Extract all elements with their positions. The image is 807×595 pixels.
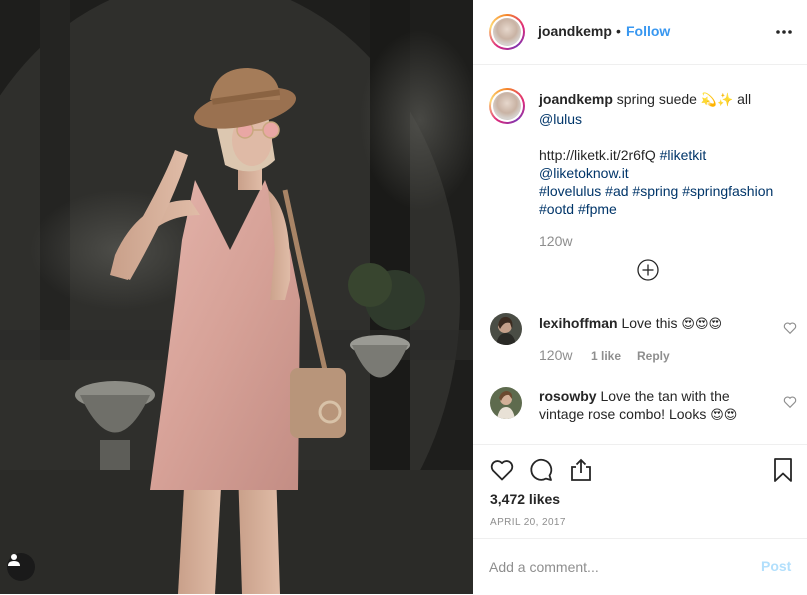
post-photo-illustration — [0, 0, 473, 594]
comments-list[interactable]: joandkemp spring suede 💫✨ all @lulus htt… — [473, 65, 807, 443]
load-more-comments-button[interactable] — [637, 259, 659, 281]
caption-text-2: all — [733, 91, 752, 107]
caption-author-avatar[interactable] — [489, 88, 525, 124]
hashtag-spring[interactable]: #spring — [632, 183, 678, 199]
comment-bubble-icon — [530, 458, 553, 481]
hashtag-liketkit[interactable]: #liketkit — [660, 147, 707, 163]
header-separator: • — [616, 23, 621, 39]
post-header: joandkemp • Follow — [473, 0, 807, 65]
share-upload-icon — [571, 458, 591, 481]
author-avatar[interactable] — [489, 14, 525, 50]
caption-url: http://liketk.it/2r6fQ — [539, 147, 656, 163]
save-button[interactable] — [770, 457, 796, 483]
share-button[interactable] — [568, 457, 594, 483]
follow-button[interactable]: Follow — [626, 23, 670, 39]
like-comment-button[interactable] — [783, 321, 797, 335]
comment-button[interactable] — [528, 457, 554, 483]
hashtag-ootd[interactable]: #ootd — [539, 201, 574, 217]
comment-username[interactable]: rosowby — [539, 388, 597, 404]
comment-text: Love this — [621, 315, 682, 331]
comment-likes-count[interactable]: 1 like — [591, 349, 621, 363]
comment-timestamp[interactable]: 120w — [539, 347, 572, 363]
heart-icon — [490, 460, 514, 481]
hashtag-ad[interactable]: #ad — [605, 183, 628, 199]
likes-count[interactable]: 3,472 likes — [490, 491, 560, 507]
comment-emoji: 😍😍 — [710, 408, 738, 423]
comment-input[interactable] — [489, 557, 749, 577]
caption-username[interactable]: joandkemp — [539, 91, 613, 107]
like-comment-button[interactable] — [783, 395, 797, 409]
tagged-user-button[interactable] — [7, 553, 35, 581]
comment-emoji: 😍😍😍 — [681, 317, 723, 332]
like-button[interactable] — [489, 457, 515, 483]
comment-body: rosowby Love the tan with the vintage ro… — [539, 387, 774, 425]
hashtag-springfashion[interactable]: #springfashion — [682, 183, 773, 199]
plus-circle-icon — [637, 259, 659, 281]
caption: joandkemp spring suede 💫✨ all @lulus htt… — [539, 90, 794, 218]
reply-button[interactable]: Reply — [637, 349, 670, 363]
person-icon — [8, 554, 20, 566]
post-date[interactable]: APRIL 20, 2017 — [490, 517, 566, 528]
mention-lulus[interactable]: @lulus — [539, 111, 582, 127]
post-photo[interactable] — [0, 0, 473, 594]
post-actions: 3,472 likes APRIL 20, 2017 — [473, 444, 807, 551]
post-comment-button[interactable]: Post — [761, 558, 791, 574]
commenter-avatar[interactable] — [490, 387, 522, 419]
caption-text-1: spring suede — [616, 91, 701, 107]
add-comment-form: Post — [473, 538, 807, 595]
commenter-avatar[interactable] — [490, 313, 522, 345]
heart-outline-icon — [783, 322, 797, 335]
caption-timestamp[interactable]: 120w — [539, 233, 572, 249]
hashtag-lovelulus[interactable]: #lovelulus — [539, 183, 601, 199]
bookmark-icon — [774, 458, 792, 482]
more-options-button[interactable] — [774, 22, 794, 42]
more-horizontal-icon — [776, 30, 792, 34]
mention-liketoknowit[interactable]: @liketoknow.it — [539, 165, 629, 181]
caption-emoji: 💫✨ — [700, 93, 734, 108]
commenter-avatar-image — [490, 387, 522, 419]
post-detail-panel: joandkemp • Follow joandkemp spring sued… — [473, 0, 807, 594]
comment-username[interactable]: lexihoffman — [539, 315, 618, 331]
author-username[interactable]: joandkemp — [538, 23, 612, 39]
comment-body: lexihoffman Love this 😍😍😍 — [539, 314, 774, 334]
commenter-avatar-image — [490, 313, 522, 345]
heart-outline-icon — [783, 396, 797, 409]
hashtag-fpme[interactable]: #fpme — [578, 201, 617, 217]
